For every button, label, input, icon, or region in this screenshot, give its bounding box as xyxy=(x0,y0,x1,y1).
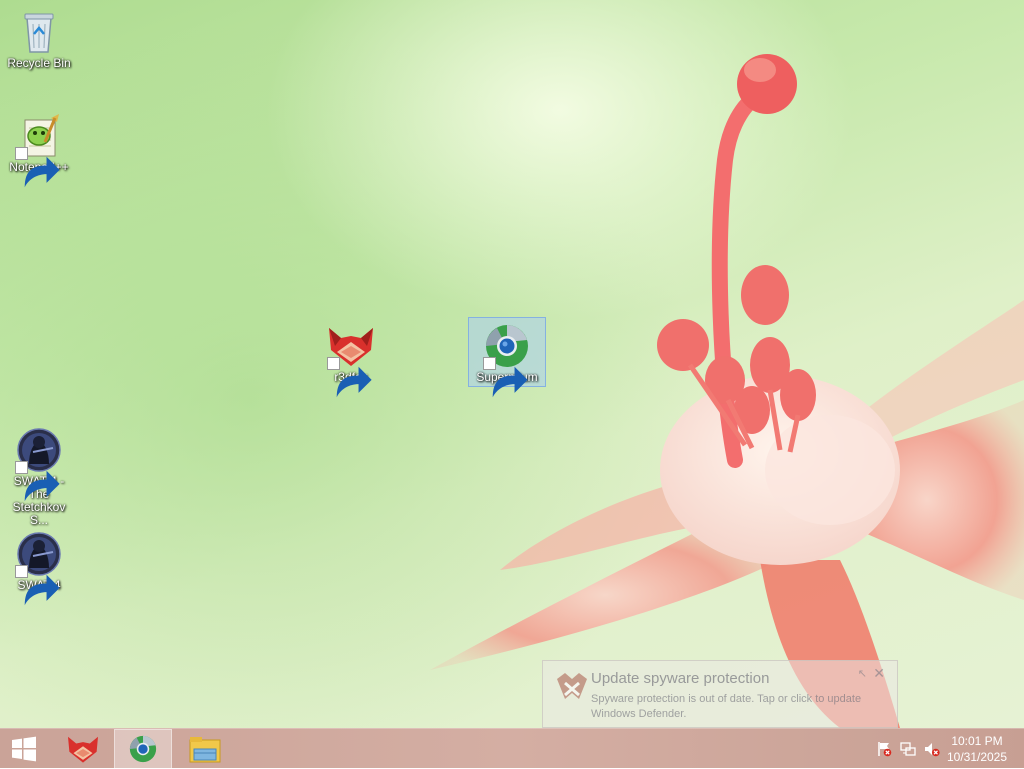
shortcut-arrow-icon xyxy=(15,147,60,188)
recycle-bin-icon xyxy=(24,13,54,53)
taskbar-supermium-button[interactable] xyxy=(114,729,172,769)
desktop-icon-r3dfox[interactable]: r3dfox xyxy=(312,318,390,398)
shortcut-arrow-icon xyxy=(15,461,60,502)
toast-close-icon[interactable]: ✕ xyxy=(873,665,885,682)
toast-pin-icon[interactable]: ↖ xyxy=(858,667,867,680)
network-icon[interactable] xyxy=(900,741,916,757)
r3dfox-icon xyxy=(68,736,98,763)
windows-logo-icon xyxy=(12,736,36,762)
desktop-icon-swat4[interactable]: SWAT 4 xyxy=(0,526,78,606)
windows-defender-icon xyxy=(557,673,587,699)
shortcut-arrow-icon xyxy=(483,357,528,398)
shortcut-arrow-icon xyxy=(15,565,60,606)
taskbar-clock[interactable]: 10:01 PM 10/31/2025 xyxy=(942,733,1012,765)
toast-body: Spyware protection is out of date. Tap o… xyxy=(591,693,862,720)
clock-time: 10:01 PM xyxy=(951,734,1003,748)
taskbar-file-explorer-button[interactable] xyxy=(176,729,234,769)
action-center-flag-icon[interactable] xyxy=(876,741,892,757)
taskbar-r3dfox-button[interactable] xyxy=(54,729,112,769)
start-button[interactable] xyxy=(0,729,48,769)
desktop-icon-supermium[interactable]: Supermium xyxy=(468,317,546,398)
defender-toast-notification[interactable]: Update spyware protection Spyware protec… xyxy=(542,660,898,728)
taskbar: 10:01 PM 10/31/2025 xyxy=(0,728,1024,769)
supermium-icon xyxy=(129,735,157,763)
desktop-icon-swat4-stetchkov[interactable]: SWAT 4 - The Stetchkov S... xyxy=(0,422,78,527)
system-tray: 10:01 PM 10/31/2025 xyxy=(864,729,1024,769)
shortcut-arrow-icon xyxy=(327,357,372,398)
toast-title: Update spyware protection xyxy=(591,670,770,687)
desktop-icon-notepad-plus-plus[interactable]: Notepad++ xyxy=(0,108,78,188)
file-explorer-icon xyxy=(189,737,221,763)
volume-muted-icon[interactable] xyxy=(924,741,940,757)
clock-date: 10/31/2025 xyxy=(946,750,1008,764)
desktop[interactable]: Recycle Bin Notepad++ xyxy=(0,0,1024,728)
desktop-icon-recycle-bin[interactable]: Recycle Bin xyxy=(0,4,78,70)
desktop-icon-label: Recycle Bin xyxy=(7,56,71,70)
